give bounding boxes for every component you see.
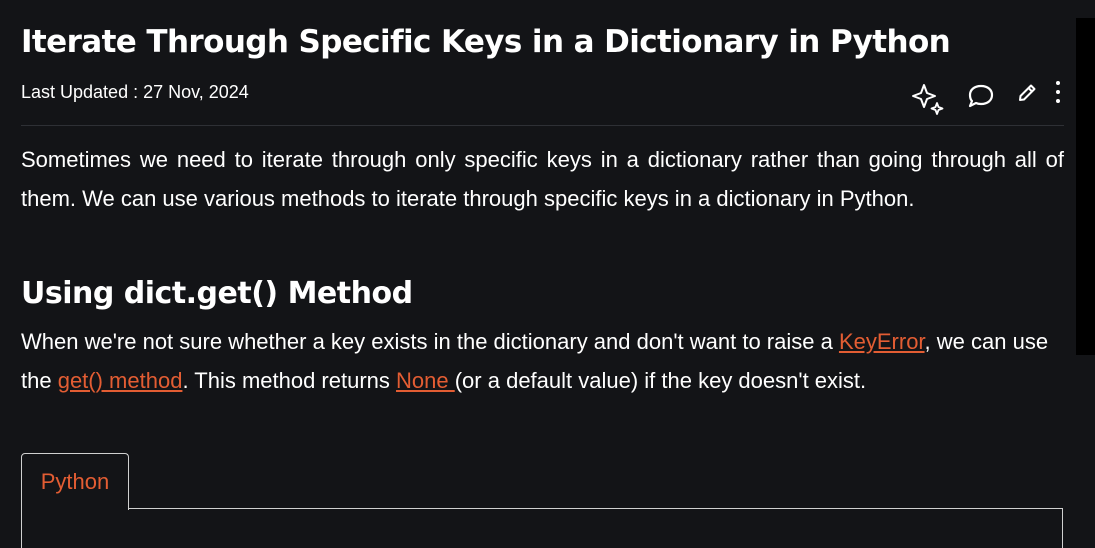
page-title: Iterate Through Specific Keys in a Dicti… [21, 24, 951, 60]
divider [21, 125, 1064, 126]
intro-paragraph: Sometimes we need to iterate through onl… [21, 147, 1064, 211]
paragraph-text: (or a default value) if the key doesn't … [454, 368, 867, 393]
code-block [21, 508, 1063, 548]
keyerror-link[interactable]: KeyError [839, 329, 925, 354]
last-updated: Last Updated : 27 Nov, 2024 [21, 82, 249, 102]
paragraph-text: When we're not sure whether a key exists… [21, 329, 839, 354]
comment-icon[interactable] [967, 83, 995, 114]
section-paragraph: When we're not sure whether a key exists… [21, 322, 1064, 400]
sparkle-icon[interactable] [911, 82, 947, 123]
paragraph-text: . This method returns [182, 368, 397, 393]
article-actions [891, 78, 1064, 118]
tab-python[interactable]: Python [21, 453, 129, 510]
scrollbar[interactable] [1076, 18, 1095, 355]
none-link[interactable]: None [396, 368, 455, 393]
more-icon[interactable] [1054, 80, 1062, 109]
section-heading: Using dict.get() Method [21, 276, 413, 311]
get-method-link[interactable]: get() method [58, 368, 183, 393]
edit-icon[interactable] [1016, 82, 1038, 109]
